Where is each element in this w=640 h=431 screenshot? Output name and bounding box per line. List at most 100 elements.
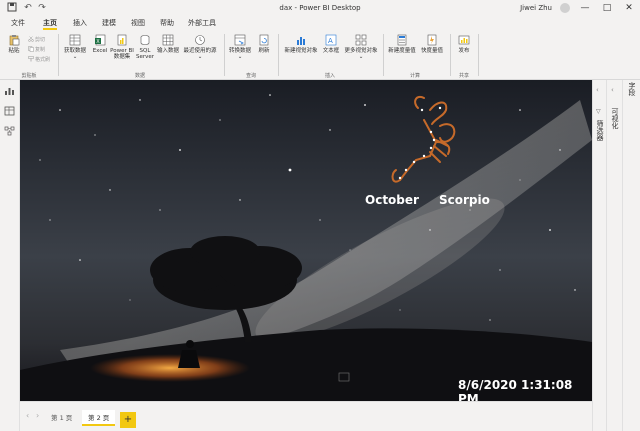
scissors-icon xyxy=(28,36,34,42)
insert-group-label: 插入 xyxy=(324,73,335,79)
separator xyxy=(450,34,451,76)
ribbon: 粘贴 剪切 复制 格式刷 剪贴板 获取数据 ⌄ X Excel Power BI … xyxy=(0,30,640,80)
paste-button[interactable]: 粘贴 xyxy=(5,34,23,54)
month-label: October xyxy=(365,193,419,207)
maximize-button[interactable]: □ xyxy=(596,0,618,16)
excel-button[interactable]: X Excel xyxy=(91,34,109,54)
refresh-label: 刷新 xyxy=(258,48,270,54)
transform-label: 转换数据 xyxy=(228,48,251,54)
brush-icon xyxy=(28,56,34,62)
visualizations-label: 可视化 xyxy=(611,108,619,129)
more-visuals-label: 更多视觉对象 xyxy=(344,48,378,54)
filters-pane[interactable]: ‹ ▽ 筛选器 xyxy=(592,80,606,431)
tab-modeling[interactable]: 建模 xyxy=(102,16,116,30)
clipboard-group-label: 剪贴板 xyxy=(21,73,37,79)
clock-icon xyxy=(195,35,205,45)
recent-sources-button[interactable]: 最近使用的源 ⌄ xyxy=(182,34,218,60)
page-tabs-bar: ‹ › 第 1 页 第 2 页 + xyxy=(20,401,592,431)
bar-chart-icon xyxy=(297,37,305,45)
tab-home[interactable]: 主页 xyxy=(43,16,57,30)
next-page-icon[interactable]: › xyxy=(36,411,39,420)
zodiac-label: Scorpio xyxy=(439,193,490,207)
page-tab-1[interactable]: 第 1 页 xyxy=(45,410,78,426)
data-view-icon[interactable] xyxy=(4,106,15,116)
transform-icon xyxy=(234,34,246,46)
calculations-group-label: 计算 xyxy=(409,73,420,79)
refresh-icon xyxy=(259,34,269,46)
separator xyxy=(383,34,384,76)
prev-page-icon[interactable]: ‹ xyxy=(26,411,29,420)
separator xyxy=(278,34,279,76)
database-icon xyxy=(69,34,81,46)
cut-button[interactable]: 剪切 xyxy=(28,36,45,43)
filter-icon[interactable] xyxy=(338,372,350,382)
quick-measure-button[interactable]: 快度量值 xyxy=(418,34,446,54)
sql-icon xyxy=(140,35,150,45)
tab-file[interactable]: 文件 xyxy=(11,16,25,30)
view-rail xyxy=(0,80,20,431)
copy-button[interactable]: 复制 xyxy=(28,46,45,53)
tab-view[interactable]: 视图 xyxy=(131,16,145,30)
publish-label: 发布 xyxy=(458,48,470,54)
get-data-label: 获取数据 xyxy=(63,48,86,54)
publish-button[interactable]: 发布 xyxy=(455,34,473,54)
powerbi-dataset-button[interactable]: Power BI 数据集 xyxy=(110,34,134,60)
fields-pane[interactable]: ‹ 字段 xyxy=(622,80,640,431)
refresh-button[interactable]: 刷新 xyxy=(256,34,272,54)
paste-label: 粘贴 xyxy=(8,48,20,54)
visualizations-pane[interactable]: ‹ 可视化 xyxy=(606,80,622,431)
data-group-label: 数据 xyxy=(134,73,145,79)
format-painter-label: 格式刷 xyxy=(35,57,51,63)
enter-data-button[interactable]: 输入数据 xyxy=(156,34,180,54)
table-icon xyxy=(162,34,174,46)
svg-text:A: A xyxy=(328,37,333,45)
separator xyxy=(58,34,59,76)
page-tab-2[interactable]: 第 2 页 xyxy=(82,410,116,426)
avatar[interactable] xyxy=(560,3,570,13)
report-canvas[interactable]: October Scorpio 8/6/2020 1:31:08 PM xyxy=(20,80,592,401)
new-visual-button[interactable]: 新建视觉对象 xyxy=(282,34,320,54)
night-sky-image xyxy=(20,80,592,401)
cut-label: 剪切 xyxy=(35,37,46,43)
user-name[interactable]: Jiwei Zhu xyxy=(520,0,552,16)
format-painter-button[interactable]: 格式刷 xyxy=(28,56,50,63)
recent-sources-label: 最近使用的源 xyxy=(183,48,217,54)
quick-measure-label: 快度量值 xyxy=(420,48,443,54)
quick-measure-icon xyxy=(427,34,437,46)
paste-icon xyxy=(9,35,20,46)
powerbi-label-2: 数据集 xyxy=(113,54,131,60)
title-bar: ↶ ↷ dax - Power BI Desktop Jiwei Zhu — □… xyxy=(0,0,640,16)
new-measure-label: 新建度量值 xyxy=(388,48,416,54)
calculator-icon xyxy=(397,34,407,46)
transform-data-button[interactable]: 转换数据 ⌄ xyxy=(228,34,252,60)
tab-insert[interactable]: 插入 xyxy=(73,16,87,30)
separator xyxy=(224,34,225,76)
text-box-label: 文本框 xyxy=(322,48,340,54)
minimize-button[interactable]: — xyxy=(574,0,596,16)
collapse-visualizations-icon[interactable]: ‹ xyxy=(611,86,614,94)
collapse-filters-icon[interactable]: ‹ xyxy=(596,86,599,94)
more-visuals-icon xyxy=(355,34,367,46)
new-measure-button[interactable]: 新建度量值 xyxy=(386,34,418,54)
excel-label: Excel xyxy=(92,48,108,54)
get-data-button[interactable]: 获取数据 ⌄ xyxy=(63,34,87,60)
text-box-button[interactable]: A 文本框 xyxy=(320,34,342,54)
publish-icon xyxy=(458,35,470,45)
new-visual-label: 新建视觉对象 xyxy=(284,48,318,54)
funnel-icon: ▽ xyxy=(596,108,601,115)
more-visuals-button[interactable]: 更多视觉对象 ⌄ xyxy=(342,34,380,60)
close-button[interactable]: ✕ xyxy=(618,0,640,16)
share-group-label: 共享 xyxy=(458,73,469,79)
tab-external-tools[interactable]: 外部工具 xyxy=(188,16,216,30)
report-view-icon[interactable] xyxy=(4,86,15,96)
model-view-icon[interactable] xyxy=(4,126,15,136)
enter-data-label: 输入数据 xyxy=(156,48,179,54)
sql-server-button[interactable]: SQL Server xyxy=(136,34,154,60)
excel-icon: X xyxy=(95,34,106,46)
datetime-label: 8/6/2020 1:31:08 PM xyxy=(458,378,573,401)
menu-bar: 文件 主页 插入 建模 视图 帮助 外部工具 xyxy=(0,16,640,30)
svg-text:X: X xyxy=(96,39,100,45)
tab-help[interactable]: 帮助 xyxy=(160,16,174,30)
add-page-button[interactable]: + xyxy=(120,412,136,428)
copy-icon xyxy=(28,46,34,52)
